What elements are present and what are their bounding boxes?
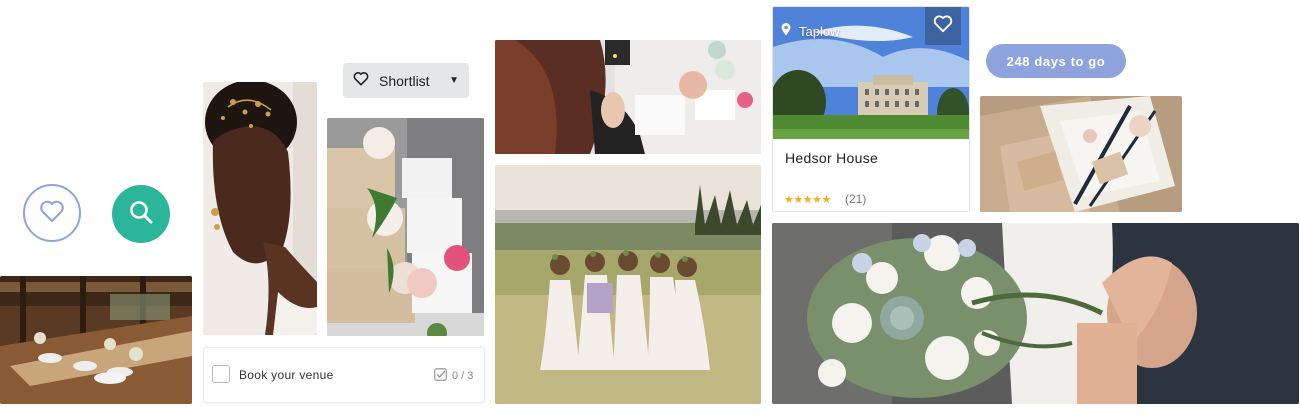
heart-icon: [933, 14, 953, 38]
heart-icon: [39, 199, 65, 228]
venue-card[interactable]: Taplow Hedsor House ★★★★★ (21): [772, 6, 970, 212]
venue-location: Taplow: [781, 23, 839, 39]
venue-location-text: Taplow: [799, 23, 840, 39]
shortlist-label: Shortlist: [379, 72, 430, 89]
favourite-circle-button[interactable]: [23, 184, 81, 242]
venue-rating-stars: ★★★★★: [784, 194, 831, 206]
shortlist-dropdown[interactable]: Shortlist ▼: [343, 63, 469, 98]
venue-name[interactable]: Hedsor House: [785, 150, 878, 166]
checkbox-icon: [434, 368, 447, 384]
countdown-text: 248 days to go: [1006, 53, 1106, 69]
task-progress: 0 / 3: [434, 368, 473, 384]
task-progress-count: 0 / 3: [452, 370, 474, 382]
bride-portrait-photo: [203, 82, 317, 335]
task-checkbox[interactable]: [212, 365, 230, 383]
venue-review-count: (21): [845, 192, 867, 206]
bouquet-hands-photo: [772, 223, 1299, 404]
banquet-table-photo: [0, 276, 192, 404]
wedding-cake-photo: [327, 118, 484, 336]
bridesmaids-field-photo: [495, 165, 761, 404]
planning-desk-photo: [495, 40, 761, 154]
venue-favourite-button[interactable]: [925, 7, 961, 45]
task-checklist-card[interactable]: Book your venue 0 / 3: [203, 347, 485, 403]
search-circle-button[interactable]: [112, 185, 170, 243]
heart-icon: [353, 71, 369, 91]
invitations-photo: [980, 96, 1182, 212]
chevron-down-icon: ▼: [449, 75, 459, 86]
task-label: Book your venue: [239, 368, 334, 382]
search-icon: [128, 199, 154, 230]
location-pin-icon: [781, 23, 791, 39]
countdown-badge: 248 days to go: [986, 44, 1126, 78]
